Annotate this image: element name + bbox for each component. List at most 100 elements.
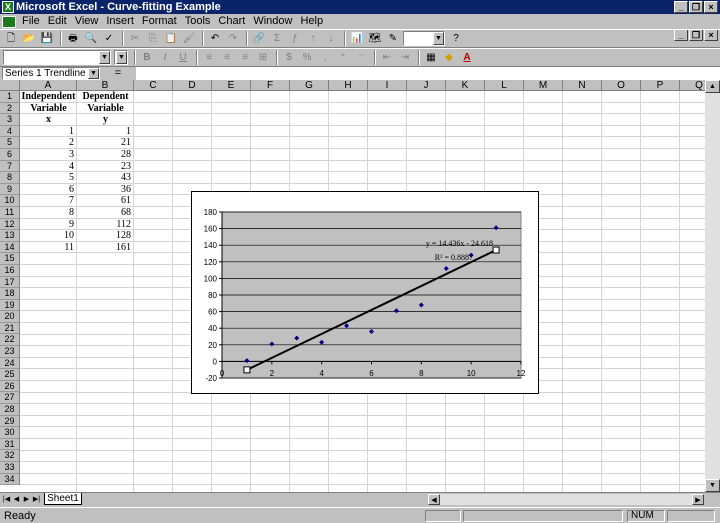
prev-sheet-icon[interactable]: ◀ <box>12 494 21 505</box>
row-header-15[interactable]: 15 <box>0 253 20 265</box>
align-left-icon[interactable]: ≡ <box>201 50 217 66</box>
row-header-4[interactable]: 4 <box>0 125 20 138</box>
cell-b7[interactable]: 23 <box>77 161 134 173</box>
row-header-18[interactable]: 18 <box>0 288 20 300</box>
menu-file[interactable]: File <box>18 14 44 29</box>
map-icon[interactable]: 🗺 <box>367 31 383 47</box>
column-header-g[interactable]: G <box>290 80 329 91</box>
font-size-dropdown[interactable]: ▼ <box>114 50 128 65</box>
restore-button[interactable]: ❐ <box>689 1 703 13</box>
horizontal-scrollbar[interactable]: ◀ ▶ <box>428 494 704 505</box>
row-header-28[interactable]: 28 <box>0 404 20 416</box>
help-icon[interactable]: ? <box>448 31 464 47</box>
save-icon[interactable]: 💾 <box>39 31 55 47</box>
decrease-decimal-icon[interactable]: ⁻ <box>353 50 369 66</box>
cell-b10[interactable]: 61 <box>77 195 134 207</box>
spelling-icon[interactable]: ✓ <box>101 31 117 47</box>
borders-icon[interactable]: ▦ <box>423 50 439 66</box>
row-header-23[interactable]: 23 <box>0 346 20 358</box>
italic-icon[interactable]: I <box>157 50 173 66</box>
column-header-m[interactable]: M <box>524 80 563 91</box>
row-header-26[interactable]: 26 <box>0 380 20 393</box>
cell-a13[interactable]: 10 <box>20 230 77 242</box>
menu-tools[interactable]: Tools <box>181 14 215 29</box>
row-header-17[interactable]: 17 <box>0 276 20 289</box>
chevron-down-icon[interactable]: ▼ <box>116 51 127 64</box>
tab-sheet1[interactable]: Sheet1 <box>44 493 82 505</box>
row-header-7[interactable]: 7 <box>0 160 20 173</box>
column-header-a[interactable]: A <box>20 80 77 91</box>
column-header-d[interactable]: D <box>173 80 212 91</box>
row-header-16[interactable]: 16 <box>0 264 20 277</box>
cell-b11[interactable]: 68 <box>77 207 134 219</box>
cell-b13[interactable]: 128 <box>77 230 134 242</box>
fill-color-icon[interactable]: ◆ <box>441 50 457 66</box>
print-icon[interactable]: 🖶 <box>65 31 81 47</box>
redo-icon[interactable]: ↷ <box>225 31 241 47</box>
cell-b4[interactable]: 1 <box>77 126 134 138</box>
cell-a11[interactable]: 8 <box>20 207 77 219</box>
row-header-34[interactable]: 34 <box>0 473 20 486</box>
font-color-icon[interactable]: A <box>459 50 475 66</box>
row-header-2[interactable]: 2 <box>0 102 20 115</box>
chevron-down-icon[interactable]: ▼ <box>433 32 444 45</box>
percent-icon[interactable]: % <box>299 50 315 66</box>
row-header-31[interactable]: 31 <box>0 438 20 451</box>
menu-window[interactable]: Window <box>249 14 296 29</box>
vertical-scrollbar[interactable]: ▲ ▼ <box>705 80 720 492</box>
column-header-p[interactable]: P <box>641 80 680 91</box>
merge-center-icon[interactable]: ⊞ <box>255 50 271 66</box>
row-header-21[interactable]: 21 <box>0 322 20 335</box>
column-header-b[interactable]: B <box>77 80 134 91</box>
cell-a14[interactable]: 11 <box>20 242 77 254</box>
row-header-5[interactable]: 5 <box>0 137 20 149</box>
row-header-10[interactable]: 10 <box>0 195 20 207</box>
row-header-27[interactable]: 27 <box>0 392 20 405</box>
comma-icon[interactable]: , <box>317 50 333 66</box>
row-header-3[interactable]: 3 <box>0 114 20 126</box>
new-icon[interactable]: 🗋 <box>3 31 19 47</box>
first-sheet-icon[interactable]: |◀ <box>2 494 11 505</box>
close-button[interactable]: × <box>704 1 718 13</box>
align-right-icon[interactable]: ≡ <box>237 50 253 66</box>
cell-b9[interactable]: 36 <box>77 184 134 196</box>
decrease-indent-icon[interactable]: ⇤ <box>379 50 395 66</box>
scroll-right-button[interactable]: ▶ <box>692 494 704 505</box>
paste-icon[interactable]: 📋 <box>163 31 179 47</box>
row-header-8[interactable]: 8 <box>0 172 20 184</box>
cell-b6[interactable]: 28 <box>77 149 134 161</box>
format-painter-icon[interactable]: 🖌 <box>181 31 197 47</box>
row-header-1[interactable]: 1 <box>0 91 20 103</box>
row-header-29[interactable]: 29 <box>0 415 20 428</box>
align-center-icon[interactable]: ≡ <box>219 50 235 66</box>
formula-input[interactable] <box>136 66 720 80</box>
row-header-6[interactable]: 6 <box>0 148 20 161</box>
autosum-icon[interactable]: Σ <box>269 31 285 47</box>
workbook-icon[interactable] <box>2 15 16 28</box>
increase-decimal-icon[interactable]: ⁺ <box>335 50 351 66</box>
row-header-30[interactable]: 30 <box>0 427 20 439</box>
scroll-up-button[interactable]: ▲ <box>705 80 720 93</box>
drawing-icon[interactable]: ✎ <box>385 31 401 47</box>
cell-a9[interactable]: 6 <box>20 184 77 196</box>
row-header-25[interactable]: 25 <box>0 369 20 381</box>
function-icon[interactable]: ƒ <box>287 31 303 47</box>
cell-a10[interactable]: 7 <box>20 195 77 207</box>
row-header-9[interactable]: 9 <box>0 183 20 196</box>
scroll-left-button[interactable]: ◀ <box>428 494 440 505</box>
chevron-down-icon[interactable]: ▼ <box>99 51 110 64</box>
underline-icon[interactable]: U <box>175 50 191 66</box>
menu-help[interactable]: Help <box>296 14 327 29</box>
sort-descending-icon[interactable]: ↓ <box>323 31 339 47</box>
row-header-24[interactable]: 24 <box>0 357 20 370</box>
minimize-button[interactable]: _ <box>674 1 688 13</box>
scatter-chart[interactable]: -200204060801001201401601800 2 4 6 8 10 12y = … <box>192 192 538 393</box>
row-header-11[interactable]: 11 <box>0 206 20 219</box>
print-preview-icon[interactable]: 🔍 <box>83 31 99 47</box>
cell-a6[interactable]: 3 <box>20 149 77 161</box>
currency-icon[interactable]: $ <box>281 50 297 66</box>
open-icon[interactable]: 📂 <box>21 31 37 47</box>
undo-icon[interactable]: ↶ <box>207 31 223 47</box>
last-sheet-icon[interactable]: ▶| <box>32 494 41 505</box>
column-header-f[interactable]: F <box>251 80 290 91</box>
